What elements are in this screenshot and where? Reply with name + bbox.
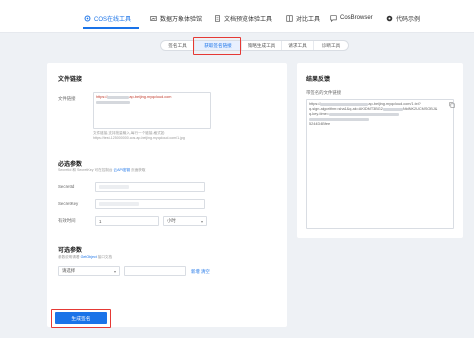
redacted-text (309, 117, 369, 121)
optional-params-desc: 参数说明请看 GetObject 接口文档 (58, 255, 112, 260)
redacted-text (382, 107, 403, 111)
optional-params-title: 可选参数 (58, 248, 83, 254)
expire-unit-value: 小时 (167, 218, 176, 223)
result-line2a: q-sign-algorithm=sha1&q-ak=AKIDMT3BG2 (309, 107, 383, 111)
result-line4: 5244D4Bfee (309, 122, 331, 126)
redacted-text (320, 102, 369, 106)
param-value-input[interactable] (124, 266, 186, 276)
chevron-down-icon: ▾ (113, 268, 116, 274)
tab-document-preview[interactable]: 文档预览体验工具 (214, 11, 272, 25)
result-textarea[interactable]: https:// ap-beijing.myqcloud.com/1.txt? q… (306, 99, 454, 229)
tab-label: 文档预览体验工具 (224, 16, 273, 23)
required-params-desc: SecretId 和 SecretKey 可在控制台 云API密钥 页面获取 (58, 168, 145, 173)
expire-unit-select[interactable]: 小时 ▾ (163, 216, 207, 226)
top-navigation: COS在线工具 数据万象体验馆 文档预览体验工具 对比工具 CosBrowser… (0, 0, 474, 33)
subtab-signature-tool[interactable]: 签名工具 (161, 41, 195, 50)
tab-cosbrowser[interactable]: CosBrowser (330, 11, 373, 25)
code-icon (386, 15, 393, 21)
active-tab-indicator (83, 27, 139, 29)
redacted-text (328, 112, 399, 116)
desc-text: SecretId 和 SecretKey 可在控制台 (58, 168, 113, 172)
subtab-request-tool[interactable]: 请求工具 (282, 41, 314, 50)
tab-label: 数据万象体验馆 (160, 16, 203, 23)
tab-compare-tools[interactable]: 对比工具 (286, 11, 320, 25)
desc-tail: 接口文档 (97, 255, 113, 259)
tab-code-examples[interactable]: 代码示例 (386, 11, 420, 25)
getobject-doc-link[interactable]: GetObject (81, 255, 97, 259)
tab-label: 对比工具 (296, 16, 321, 23)
result-line3: q-key-time= (309, 112, 329, 116)
result-line2b: NtdNK2UCMSOBJ& (402, 107, 438, 111)
file-link-value-domain: ap-beijing.myqcloud.com (129, 95, 172, 99)
file-link-section-title: 文件链接 (58, 77, 83, 83)
add-param-link[interactable]: 新增 (191, 269, 200, 274)
redacted-text (107, 95, 130, 99)
result-prefix: https:// (309, 102, 321, 106)
highlight-box-button (51, 309, 111, 328)
result-section-title: 结果反馈 (306, 77, 331, 83)
file-link-textarea[interactable]: https:// ap-beijing.myqcloud.com (93, 92, 211, 129)
file-link-hint-2: https://test-125000000.cos.ap-beijing.my… (93, 136, 185, 140)
api-key-link[interactable]: 云API密钥 (114, 168, 131, 172)
subtab-policy-generator[interactable]: 策略生成工具 (242, 41, 282, 50)
required-params-title: 必选参数 (58, 162, 83, 168)
redacted-value (99, 202, 139, 206)
compare-icon (286, 14, 293, 22)
tab-label: CosBrowser (340, 15, 373, 21)
result-mid: ap-beijing.myqcloud.com/1.txt? (368, 102, 421, 106)
secret-id-input[interactable] (95, 182, 205, 192)
redacted-value (99, 185, 129, 189)
file-link-value-prefix: https:// (96, 95, 108, 99)
copy-icon[interactable] (449, 102, 455, 108)
desc-tail: 页面获取 (131, 168, 146, 172)
chevron-down-icon: ▾ (200, 218, 203, 224)
secret-key-label: SecretKey (58, 201, 79, 206)
tab-image-experience[interactable]: 数据万象体验馆 (150, 11, 202, 25)
expire-input[interactable]: 1 (95, 216, 159, 226)
result-label: 带签名的文件链接 (306, 90, 342, 95)
secret-key-input[interactable] (95, 199, 205, 209)
file-link-label: 文件链接 (58, 96, 76, 101)
image-icon (150, 15, 157, 21)
tab-label: COS在线工具 (94, 16, 132, 23)
param-select-placeholder: 请选择 (62, 268, 76, 273)
highlight-box-subtab (193, 37, 241, 55)
browser-icon (330, 14, 337, 22)
subtab-diagnosis-tool[interactable]: 诊断工具 (314, 41, 348, 50)
param-select[interactable]: 请选择 ▾ (58, 266, 120, 276)
document-icon (215, 14, 220, 22)
secret-id-label: SecretId (58, 184, 75, 189)
tools-icon (84, 15, 91, 21)
tab-label: 代码示例 (396, 16, 421, 23)
tool-subtabs: 签名工具 获取签名链接 策略生成工具 请求工具 诊断工具 (160, 40, 349, 51)
redacted-text (96, 100, 130, 104)
tab-cos-online-tools[interactable]: COS在线工具 (84, 11, 131, 25)
clear-params-link[interactable]: 清空 (201, 269, 210, 274)
desc-text: 参数说明请看 (58, 255, 80, 259)
expire-label: 有效时间 (58, 218, 76, 223)
optional-actions: 新增 清空 (191, 269, 210, 275)
